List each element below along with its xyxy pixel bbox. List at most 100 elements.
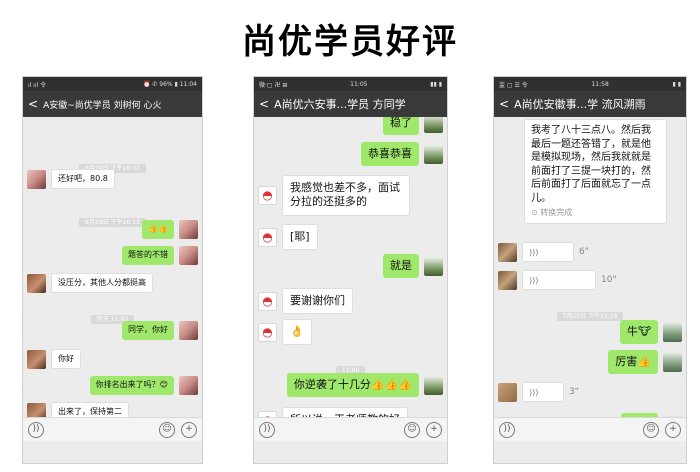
status-right: ⏰ ✆ 96% ▮ 11:04: [142, 80, 197, 88]
message-right: 恭喜恭喜: [361, 142, 443, 167]
avatar[interactable]: [424, 144, 443, 164]
voice-message-bubble[interactable]: ))): [522, 270, 596, 290]
avatar[interactable]: [27, 273, 46, 293]
voice-message-bubble[interactable]: ))): [522, 382, 564, 402]
message-bubble: [耶]: [282, 224, 318, 251]
message-bubble: 就是: [383, 254, 419, 279]
message-left: 你好: [27, 349, 81, 370]
message-left: ◓ 要谢谢你们: [258, 288, 353, 315]
message-right: 同学，你好: [122, 321, 198, 340]
voice-message: ))) 3": [498, 382, 579, 402]
chat-header: < A安徽~尚优学员 刘树何 心火: [23, 91, 202, 117]
chat-title: A尚优安徽事...学 流风溯雨: [514, 98, 646, 111]
message-left: 没压分，其他人分都挺高: [27, 273, 153, 294]
avatar[interactable]: [27, 349, 46, 369]
status-time: 11:58: [591, 80, 609, 88]
back-arrow-icon[interactable]: <: [499, 97, 509, 111]
voice-wave-icon: ))): [529, 247, 539, 257]
voice-icon[interactable]: )): [499, 421, 515, 438]
check-icon: ⊙: [531, 208, 541, 217]
avatar[interactable]: [179, 246, 198, 265]
status-left: 监 ▢ ☰ 令: [499, 81, 528, 89]
voice-duration: 6": [579, 247, 589, 257]
message-bubble: 你排名出来了吗？😊: [89, 376, 174, 395]
watermelon-avatar-icon[interactable]: ◓: [258, 291, 277, 311]
transcript-status: ⊙ 转换完成: [531, 208, 573, 217]
avatar[interactable]: [179, 376, 198, 395]
voice-duration: 3": [569, 387, 579, 397]
avatar[interactable]: [663, 352, 682, 372]
message-bubble: 同学，你好: [122, 321, 174, 340]
voice-transcript-card: 我考了八十三点八。然后我最后一题还答错了，就是他是模拟现场，然后我就就是前面打了…: [524, 119, 667, 224]
status-time: 11:05: [350, 80, 368, 88]
message-bubble: 稳了: [383, 117, 419, 136]
chat-body: 6月29日 下午16:07 还好吧，80.8 6月29日 下午16:13 👍👍 …: [23, 117, 202, 441]
back-arrow-icon[interactable]: <: [259, 97, 269, 111]
back-arrow-icon[interactable]: <: [28, 97, 38, 111]
plus-icon[interactable]: +: [665, 421, 681, 438]
chat-screenshot-3: 监 ▢ ☰ 令 11:58 ▮ ▮ < A尚优安徽事...学 流风溯雨 我考了八…: [493, 76, 687, 464]
status-right: ▮▮ ▮: [430, 80, 442, 88]
avatar[interactable]: [179, 220, 198, 239]
chat-title: A安徽~尚优学员 刘树何 心火: [43, 100, 162, 111]
message-right: 你排名出来了吗？😊: [89, 376, 198, 395]
message-bubble: 你逆袭了十几分👍👍👍: [286, 373, 419, 398]
message-bubble: 👌: [282, 319, 312, 346]
status-bar: 微·▢ 卍 ⊞ 11:05 ▮▮ ▮: [254, 77, 447, 91]
thumbs-up-icon: 👍👍👍: [370, 378, 412, 391]
plus-icon[interactable]: +: [426, 421, 442, 438]
voice-wave-icon: ))): [529, 387, 539, 397]
voice-message: ))) 10": [498, 270, 617, 290]
voice-message: ))) 6": [498, 242, 589, 262]
avatar[interactable]: [498, 382, 517, 402]
message-right: 你逆袭了十几分👍👍👍: [286, 373, 443, 398]
voice-icon[interactable]: )): [28, 421, 44, 438]
message-bubble: 恭喜恭喜: [361, 142, 419, 167]
transcript-text: 我考了八十三点八。然后我最后一题还答错了，就是他是模拟现场，然后我就就是前面打了…: [531, 125, 651, 204]
avatar[interactable]: [424, 117, 443, 133]
chat-screenshot-1: ıl ııl 令 ⏰ ✆ 96% ▮ 11:04 < A安徽~尚优学员 刘树何 …: [22, 76, 203, 464]
watermelon-avatar-icon[interactable]: ◓: [258, 227, 277, 247]
avatar[interactable]: [179, 321, 198, 340]
avatar[interactable]: [27, 169, 46, 189]
voice-message-bubble[interactable]: ))): [522, 242, 574, 262]
emoji-icon[interactable]: ☺: [643, 421, 659, 438]
watermelon-avatar-icon[interactable]: ◓: [258, 185, 277, 205]
watermelon-avatar-icon[interactable]: ◓: [258, 322, 277, 342]
avatar[interactable]: [498, 270, 517, 290]
avatar[interactable]: [663, 322, 682, 342]
chat-title: A尚优六安事...学员 方同学: [274, 98, 406, 111]
status-right: ▮ ▮: [672, 80, 681, 88]
status-bar: 监 ▢ ☰ 令 11:58 ▮ ▮: [494, 77, 686, 91]
message-bubble: 题答的不错: [122, 246, 174, 265]
avatar[interactable]: [424, 375, 443, 395]
message-bubble: 还好吧，80.8: [51, 169, 115, 190]
message-left: ◓ 👌: [258, 319, 312, 346]
message-left: ◓ [耶]: [258, 224, 318, 251]
message-bubble: 我感觉也差不多，面试分拉的还挺多的: [282, 175, 410, 216]
avatar[interactable]: [498, 242, 517, 262]
voice-wave-icon: ))): [529, 275, 539, 285]
chat-header: < A尚优六安事...学员 方同学: [254, 91, 447, 117]
emoji-icon[interactable]: ☺: [404, 421, 420, 438]
chat-screenshot-2: 微·▢ 卍 ⊞ 11:05 ▮▮ ▮ < A尚优六安事...学员 方同学 稳了 …: [253, 76, 448, 464]
message-bubble: 要谢谢你们: [282, 288, 353, 315]
avatar[interactable]: [424, 256, 443, 276]
message-left: ◓ 我感觉也差不多，面试分拉的还挺多的: [258, 175, 410, 216]
plus-icon[interactable]: +: [181, 421, 197, 438]
input-bar: )) ☺ +: [254, 417, 447, 441]
message-right: 稳了: [383, 117, 443, 136]
status-left: 微·▢ 卍 ⊞: [259, 81, 288, 89]
page-title: 尚优学员好评: [242, 22, 458, 62]
message-text: 你逆袭了十几分: [293, 378, 371, 391]
signal-icons: ıl ııl 令: [28, 81, 47, 89]
chat-body: 稳了 恭喜恭喜 ◓ 我感觉也差不多，面试分拉的还挺多的 ◓ [耶] 就是 ◓ 要…: [254, 117, 447, 441]
message-right: 牛🐮: [619, 320, 682, 345]
input-bar: )) ☺ +: [494, 417, 686, 441]
voice-icon[interactable]: )): [259, 421, 275, 438]
message-left: 还好吧，80.8: [27, 169, 115, 190]
emoji-icon[interactable]: ☺: [159, 421, 175, 438]
message-bubble: 你好: [51, 349, 81, 370]
status-bar: ıl ııl 令 ⏰ ✆ 96% ▮ 11:04: [23, 77, 202, 91]
message-right: 👍👍: [142, 220, 198, 239]
